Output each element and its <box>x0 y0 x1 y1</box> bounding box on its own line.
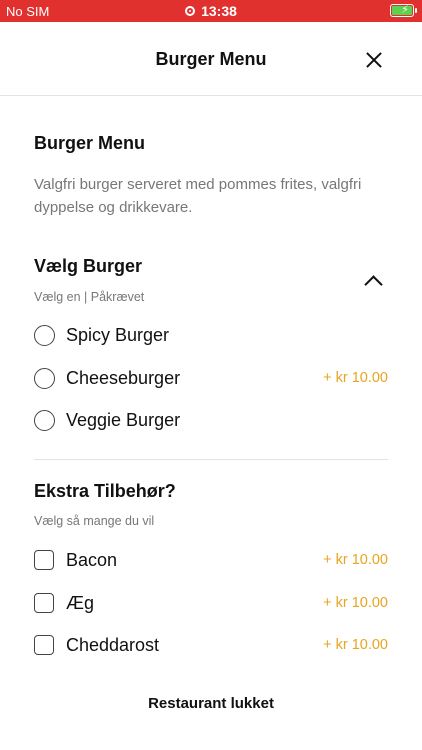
checkbox[interactable] <box>34 593 54 613</box>
restaurant-closed-button[interactable]: Restaurant lukket <box>0 695 422 712</box>
radio-button[interactable] <box>34 410 55 431</box>
option-label: Spicy Burger <box>66 325 170 345</box>
group-subtitle-extra: Vælg så mange du vil <box>34 514 155 528</box>
radio-button[interactable] <box>34 325 55 346</box>
group-title-extra: Ekstra Tilbehør? <box>34 481 176 501</box>
item-description: Valgfri burger serveret med pommes frite… <box>34 176 362 216</box>
option-price: + kr 10.00 <box>323 595 388 611</box>
close-icon[interactable] <box>363 49 385 71</box>
option-price: + kr 10.00 <box>323 552 388 568</box>
group-subtitle-burger: Vælg en | Påkrævet <box>34 290 145 304</box>
status-time: 13:38 <box>0 3 422 19</box>
nav-title: Burger Menu <box>155 49 267 69</box>
checkbox[interactable] <box>34 635 54 655</box>
group-title-burger: Vælg Burger <box>34 256 143 276</box>
checkbox[interactable] <box>34 550 54 570</box>
divider <box>34 459 388 460</box>
option-label: Cheddarost <box>66 635 160 655</box>
option-cheddarost[interactable]: Cheddarost + kr 10.00 <box>34 631 388 661</box>
clock-label: 13:38 <box>201 3 237 19</box>
option-label: Veggie Burger <box>66 410 181 430</box>
radio-button[interactable] <box>34 368 55 389</box>
option-label: Bacon <box>66 550 118 570</box>
option-veggie-burger[interactable]: Veggie Burger <box>34 406 388 436</box>
option-label: Cheeseburger <box>66 368 181 388</box>
charging-icon: ⚡ <box>401 4 409 16</box>
chevron-up-icon[interactable] <box>364 272 382 290</box>
orientation-lock-icon <box>185 6 196 16</box>
option-spicy-burger[interactable]: Spicy Burger <box>34 321 388 351</box>
option-price: + kr 10.00 <box>323 370 388 386</box>
option-cheeseburger[interactable]: Cheeseburger + kr 10.00 <box>34 364 388 394</box>
option-price: + kr 10.00 <box>323 637 388 653</box>
option-bacon[interactable]: Bacon + kr 10.00 <box>34 546 388 576</box>
status-bar: No SIM 13:38 ⚡ <box>0 0 422 22</box>
option-label: Æg <box>66 593 95 613</box>
option-aeg[interactable]: Æg + kr 10.00 <box>34 589 388 619</box>
item-title: Burger Menu <box>34 133 146 153</box>
nav-bar: Burger Menu <box>0 22 422 96</box>
